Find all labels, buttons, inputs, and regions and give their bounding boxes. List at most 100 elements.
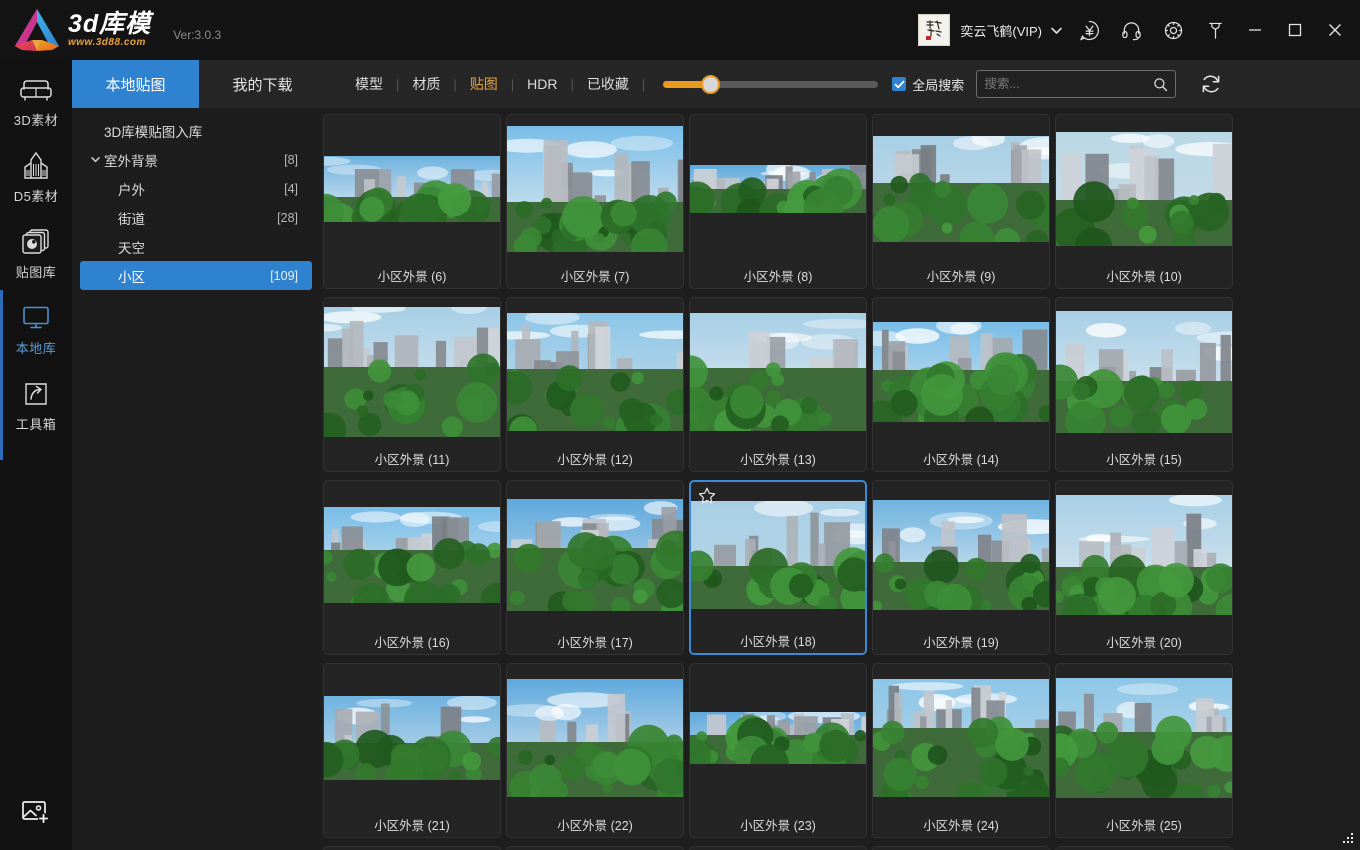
tree-label: 室外背景 [104,150,284,170]
sidebar-item-d5-assets[interactable]: D5素材 [0,142,72,212]
texture-card[interactable]: 小区外景 (11) [323,297,501,472]
texture-card[interactable] [872,846,1050,850]
texture-card[interactable]: 小区外景 (13) [689,297,867,472]
logo-subtitle: www.3d88.com [68,37,151,49]
texture-thumbnail[interactable] [873,298,1049,445]
texture-thumbnail[interactable] [507,115,683,262]
texture-card[interactable] [506,846,684,850]
texture-card[interactable] [689,846,867,850]
subtab-material[interactable]: 材质 [399,74,453,94]
texture-card[interactable] [323,846,501,850]
add-image-button[interactable] [0,780,72,850]
texture-thumbnail[interactable] [507,481,683,628]
texture-thumbnail[interactable] [1056,115,1232,262]
global-search-checkbox[interactable]: 全局搜索 [892,75,964,94]
texture-card[interactable]: 小区外景 (8) [689,114,867,289]
texture-thumbnail[interactable] [873,115,1049,262]
tree-item-outdoor[interactable]: 户外 [4] [80,174,312,203]
texture-thumbnail[interactable] [324,115,500,262]
favorite-star-icon[interactable] [697,486,717,511]
avatar[interactable] [918,14,950,46]
texture-card[interactable]: 小区外景 (24) [872,663,1050,838]
resize-grip[interactable] [1340,830,1356,846]
texture-thumbnail[interactable] [873,481,1049,628]
currency-yuan-icon[interactable] [1072,13,1106,47]
texture-thumbnail[interactable] [690,664,866,811]
subtab-hdr[interactable]: HDR [514,76,570,92]
subtab-texture[interactable]: 贴图 [457,74,511,94]
tree-label: 3D库模贴图入库 [104,121,298,141]
tree-item-residential[interactable]: 小区 [109] [80,261,312,290]
sidebar-item-3d-assets[interactable]: 3D素材 [0,66,72,136]
texture-card[interactable]: 小区外景 (17) [506,480,684,655]
texture-thumbnail[interactable] [1056,298,1232,445]
subtab-model[interactable]: 模型 [342,74,396,94]
texture-card[interactable]: 小区外景 (19) [872,480,1050,655]
texture-thumbnail[interactable] [1056,481,1232,628]
texture-card[interactable]: 小区外景 (7) [506,114,684,289]
refresh-button[interactable] [1196,69,1226,99]
username-label[interactable]: 奕云飞鹤(VIP) [960,21,1042,40]
texture-card[interactable]: 小区外景 (22) [506,663,684,838]
texture-card[interactable]: 小区外景 (9) [872,114,1050,289]
texture-thumbnail[interactable] [324,481,500,628]
chevron-down-icon[interactable] [86,154,104,165]
sidebar-item-texture-library[interactable]: 贴图库 [0,218,72,288]
sidebar-item-toolbox[interactable]: 工具箱 [0,370,72,440]
texture-card[interactable]: 小区外景 (20) [1055,480,1233,655]
headset-support-icon[interactable] [1114,13,1148,47]
minimize-button[interactable] [1238,13,1272,47]
texture-card[interactable]: 小区外景 (14) [872,297,1050,472]
tree-item-outdoor-background[interactable]: 室外背景 [8] [80,145,312,174]
gear-settings-icon[interactable] [1156,13,1190,47]
sub-tab-group: 模型 | 材质 | 贴图 | HDR | 已收藏 | [342,74,645,94]
texture-label: 小区外景 (16) [324,628,500,654]
slider-knob[interactable] [701,75,720,94]
texture-card[interactable]: 小区外景 (25) [1055,663,1233,838]
texture-card[interactable]: 小区外景 (6) [323,114,501,289]
texture-thumbnail[interactable] [507,664,683,811]
app-window: 3d库模 www.3d88.com Ver:3.0.3 奕云飞鹤(VIP) [0,0,1360,850]
subtab-favorited[interactable]: 已收藏 [574,74,642,94]
texture-card[interactable]: 小区外景 (23) [689,663,867,838]
tree-label: 街道 [118,208,277,228]
pin-icon[interactable] [1198,13,1232,47]
subtab-divider: | [642,77,645,92]
texture-card[interactable] [1055,846,1233,850]
checkbox-box[interactable] [892,77,906,91]
chevron-down-icon[interactable] [1048,22,1064,38]
tree-item-street[interactable]: 街道 [28] [80,203,312,232]
texture-grid-area[interactable]: 小区外景 (6) 小区外景 (7) 小区外景 (8) 小区外景 (9) 小区外景… [320,108,1360,850]
texture-card[interactable]: 小区外景 (16) [323,480,501,655]
texture-thumbnail[interactable] [691,482,865,627]
texture-thumbnail[interactable] [324,664,500,811]
tab-my-downloads[interactable]: 我的下载 [199,60,326,108]
texture-card[interactable]: 小区外景 (15) [1055,297,1233,472]
thumbnail-size-slider[interactable] [663,74,878,94]
search-box[interactable] [976,70,1176,98]
layers-icon [21,225,51,259]
texture-card[interactable]: 小区外景 (18) [689,480,867,655]
texture-card[interactable]: 小区外景 (10) [1055,114,1233,289]
search-input[interactable] [984,77,1153,91]
texture-label: 小区外景 (19) [873,628,1049,654]
texture-thumbnail[interactable] [324,298,500,445]
texture-thumbnail[interactable] [1056,664,1232,811]
tree-item-import[interactable]: 3D库模贴图入库 [80,116,312,145]
close-button[interactable] [1318,13,1352,47]
sidebar-item-local-library[interactable]: 本地库 [0,294,72,364]
sofa-icon [19,73,53,107]
tree-item-sky[interactable]: 天空 [80,232,312,261]
texture-thumbnail[interactable] [690,298,866,445]
maximize-button[interactable] [1278,13,1312,47]
app-logo: 3d库模 www.3d88.com Ver:3.0.3 [0,6,221,54]
texture-card[interactable]: 小区外景 (12) [506,297,684,472]
texture-card[interactable]: 小区外景 (21) [323,663,501,838]
tab-local-textures[interactable]: 本地贴图 [72,60,199,108]
search-icon[interactable] [1153,77,1168,92]
tree-label: 天空 [118,237,298,257]
texture-thumbnail[interactable] [507,298,683,445]
texture-thumbnail[interactable] [873,664,1049,811]
texture-thumbnail[interactable] [690,115,866,262]
tab-label: 本地贴图 [105,74,165,95]
